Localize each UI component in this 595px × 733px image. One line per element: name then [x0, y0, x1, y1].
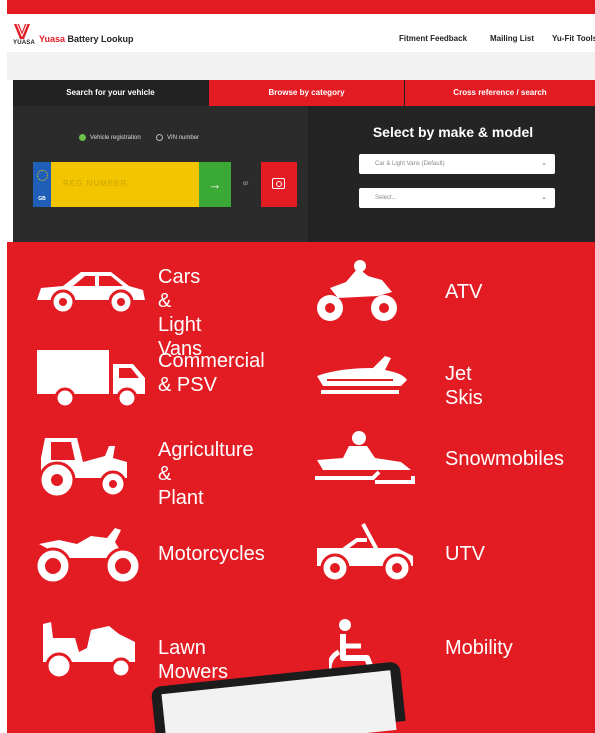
- lawn-mower-icon: [43, 622, 135, 680]
- radio-vehicle-registration[interactable]: [79, 134, 86, 141]
- motorcycle-icon: [34, 528, 142, 585]
- go-button[interactable]: →: [199, 162, 231, 207]
- make-model-pane: Select by make & model Car & Light Vans …: [311, 106, 595, 242]
- category-label-line: UTV: [445, 543, 485, 565]
- tractor-icon: [38, 438, 127, 498]
- chevron-down-icon: ⌄: [541, 194, 547, 201]
- category-label-line: & PSV: [158, 374, 217, 396]
- category-label-line: Cars &: [158, 266, 201, 312]
- yuasa-logo-icon: [14, 24, 30, 39]
- vehicle-type-value: Car & Light Vans (Default): [375, 161, 445, 167]
- top-red-bar: [7, 0, 595, 14]
- registration-plate-input[interactable]: GB REG NUMBER: [33, 162, 199, 207]
- category-label-line: Commercial: [158, 350, 265, 372]
- category-label-utv: UTV: [445, 542, 485, 566]
- camera-icon: [272, 178, 285, 189]
- site-title[interactable]: Yuasa Battery Lookup: [39, 34, 134, 44]
- make-select-value: Select...: [375, 195, 397, 201]
- nav-yufit-tools[interactable]: Yu-Fit Tools: [552, 34, 595, 43]
- make-select[interactable]: Select... ⌄: [359, 188, 555, 208]
- search-tabs: Search for your vehicle Browse by catego…: [13, 80, 595, 106]
- page: YUASA Yuasa Battery Lookup Fitment Feedb…: [7, 0, 595, 733]
- site-title-rest: Battery Lookup: [65, 34, 134, 44]
- atv-icon: [317, 260, 397, 321]
- radio-label-registration: Vehicle registration: [90, 135, 141, 142]
- category-label-line: Lawn Mowers: [158, 637, 229, 683]
- category-label-snowmobiles: Snowmobiles: [445, 447, 564, 471]
- category-label-agriculture: Agriculture & Plant: [158, 438, 254, 510]
- registration-search-pane: Vehicle registration VIN number GB REG N…: [13, 106, 308, 242]
- category-label-atv: ATV: [445, 280, 482, 304]
- radio-vin-number[interactable]: [156, 134, 164, 141]
- category-label-lawn-mowers: Lawn Mowers: [158, 636, 228, 684]
- truck-icon: [37, 350, 145, 409]
- category-label-motorcycles: Motorcycles: [158, 542, 265, 566]
- nav-fitment-feedback[interactable]: Fitment Feedback: [399, 34, 467, 43]
- plate-placeholder: REG NUMBER: [63, 179, 128, 188]
- camera-scan-button[interactable]: [261, 162, 297, 207]
- radio-label-vin: VIN number: [167, 135, 200, 142]
- nav-mailing-list[interactable]: Mailing List: [490, 34, 534, 43]
- tab-search-vehicle[interactable]: Search for your vehicle: [13, 80, 208, 106]
- jet-ski-icon: [317, 356, 407, 394]
- plate-country: GB: [38, 196, 46, 202]
- site-title-brand: Yuasa: [39, 34, 66, 44]
- tab-browse-category[interactable]: Browse by category: [209, 80, 404, 106]
- category-grid: Cars & Light Vans ATV Commercial & PSV J…: [7, 242, 595, 733]
- snowmobile-icon: [315, 431, 415, 484]
- chevron-down-icon: ⌄: [541, 160, 547, 167]
- category-label-line: Mobility: [445, 637, 513, 659]
- category-label-jet-skis: Jet Skis: [445, 362, 483, 410]
- category-label-commercial: Commercial & PSV: [158, 349, 265, 397]
- category-label-cars: Cars & Light Vans: [158, 265, 202, 361]
- tab-cross-reference[interactable]: Cross reference / search: [405, 80, 595, 106]
- search-panel: Search for your vehicle Browse by catego…: [13, 80, 595, 242]
- arrow-right-icon: →: [208, 177, 222, 192]
- category-label-line: Jet Skis: [445, 363, 483, 409]
- yuasa-logo[interactable]: YUASA: [13, 24, 35, 48]
- utv-icon: [317, 523, 413, 583]
- car-icon: [37, 272, 145, 315]
- category-label-line: Agriculture &: [158, 439, 254, 485]
- make-model-title: Select by make & model: [372, 124, 534, 140]
- category-label-mobility: Mobility: [445, 636, 513, 660]
- category-label-line: Motorcycles: [158, 543, 265, 565]
- category-label-line: Plant: [158, 487, 204, 509]
- category-label-line: ATV: [445, 281, 483, 303]
- eu-stars-icon: [37, 170, 48, 181]
- logo-wordmark: YUASA: [13, 40, 36, 46]
- header-divider-strip: [7, 52, 595, 80]
- eu-flag-band: GB: [33, 162, 51, 207]
- category-label-line: Snowmobiles: [445, 448, 564, 470]
- search-mode-radios: Vehicle registration VIN number: [79, 134, 199, 141]
- site-header: YUASA Yuasa Battery Lookup Fitment Feedb…: [7, 14, 595, 52]
- or-separator: or: [243, 181, 249, 187]
- vehicle-type-select[interactable]: Car & Light Vans (Default) ⌄: [359, 154, 555, 174]
